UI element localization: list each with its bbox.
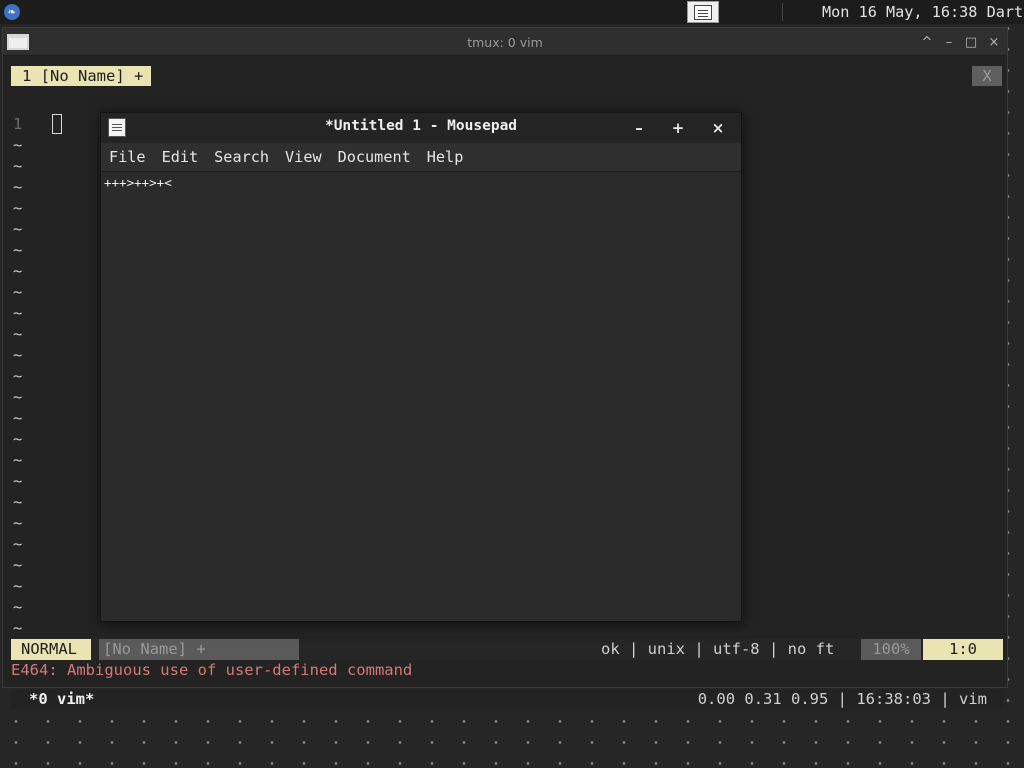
vim-empty-line-marker: ~: [13, 409, 23, 427]
tmux-status-right: 0.00 0.31 0.95 | 16:38:03 | vim: [697, 690, 987, 708]
vim-empty-line-marker: ~: [13, 199, 23, 217]
mousepad-text-area[interactable]: +++>++>+<: [101, 173, 741, 621]
app-menu-logo-icon[interactable]: ❧: [4, 4, 20, 20]
vim-percent: 100%: [861, 639, 921, 660]
mousepad-minimize-button[interactable]: –: [629, 119, 649, 137]
vim-empty-line-marker: ~: [13, 241, 23, 259]
mousepad-close-button[interactable]: ×: [708, 119, 728, 137]
vim-empty-line-marker: ~: [13, 451, 23, 469]
vim-empty-line-marker: ~: [13, 178, 23, 196]
vim-empty-line-marker: ~: [13, 220, 23, 238]
terminal-titlebar[interactable]: tmux: 0 vim ^ – □ ×: [3, 28, 1007, 56]
menu-help[interactable]: Help: [427, 143, 464, 172]
shade-window-button[interactable]: ^: [917, 32, 937, 52]
menu-document[interactable]: Document: [338, 143, 411, 172]
vim-empty-line-marker: ~: [13, 325, 23, 343]
vim-cursor-position: 1:0: [923, 639, 1003, 660]
vim-mode-indicator: NORMAL: [11, 639, 91, 660]
vim-empty-line-marker: ~: [13, 472, 23, 490]
vim-empty-line-marker: ~: [13, 430, 23, 448]
mousepad-maximize-button[interactable]: +: [668, 119, 688, 137]
vim-file-segment: [No Name] +: [99, 639, 299, 660]
vim-close-tab-button[interactable]: X: [972, 66, 1002, 86]
vim-statusline: NORMAL [No Name] + ok | unix | utf-8 | n…: [11, 639, 1003, 660]
vim-empty-line-marker: ~: [13, 577, 23, 595]
vim-empty-line-marker: ~: [13, 262, 23, 280]
line-number: 1: [13, 115, 23, 133]
vim-cursor: [52, 114, 62, 134]
menu-view[interactable]: View: [285, 143, 322, 172]
top-panel: ❧ Mon 16 May, 16:38 Dartz: [0, 0, 1024, 24]
vim-empty-line-marker: ~: [13, 514, 23, 532]
menu-edit[interactable]: Edit: [162, 143, 199, 172]
vim-empty-line-marker: ~: [13, 136, 23, 154]
vim-empty-line-marker: ~: [13, 283, 23, 301]
vim-empty-line-marker: ~: [13, 157, 23, 175]
tmux-status-bar: *0 vim* 0.00 0.31 0.95 | 16:38:03 | vim: [11, 689, 1003, 710]
vim-empty-line-marker: ~: [13, 493, 23, 511]
menu-search[interactable]: Search: [214, 143, 269, 172]
vim-file-info: ok | unix | utf-8 | no ft: [601, 640, 835, 658]
menu-file[interactable]: File: [109, 143, 146, 172]
vim-error-message: E464: Ambiguous use of user-defined comm…: [11, 661, 413, 679]
mousepad-titlebar[interactable]: *Untitled 1 - Mousepad – + ×: [101, 113, 741, 143]
close-window-button[interactable]: ×: [984, 32, 1004, 52]
panel-clock[interactable]: Mon 16 May, 16:38 Dartz: [822, 3, 1024, 21]
vim-empty-line-marker: ~: [13, 619, 23, 637]
vim-empty-line-marker: ~: [13, 346, 23, 364]
vim-empty-line-marker: ~: [13, 388, 23, 406]
mousepad-window[interactable]: *Untitled 1 - Mousepad – + × File Edit S…: [100, 112, 742, 622]
vim-empty-line-marker: ~: [13, 535, 23, 553]
vim-gutter: 1 ~ ~ ~ ~ ~ ~ ~ ~ ~ ~ ~ ~ ~ ~ ~ ~ ~ ~ ~ ~ ~ ~ ~ ~: [13, 114, 33, 639]
vim-tab[interactable]: 1 [No Name] +: [11, 66, 152, 86]
mousepad-menubar: File Edit Search View Document Help: [101, 143, 741, 172]
terminal-window-title: tmux: 0 vim: [467, 35, 543, 50]
mousepad-taskbar-icon[interactable]: [687, 1, 719, 23]
vim-empty-line-marker: ~: [13, 556, 23, 574]
panel-separator: [782, 3, 783, 21]
minimize-window-button[interactable]: –: [939, 32, 959, 52]
vim-empty-line-marker: ~: [13, 304, 23, 322]
vim-empty-line-marker: ~: [13, 598, 23, 616]
maximize-window-button[interactable]: □: [961, 32, 981, 52]
tmux-current-window[interactable]: *0 vim*: [29, 689, 94, 710]
vim-empty-line-marker: ~: [13, 367, 23, 385]
